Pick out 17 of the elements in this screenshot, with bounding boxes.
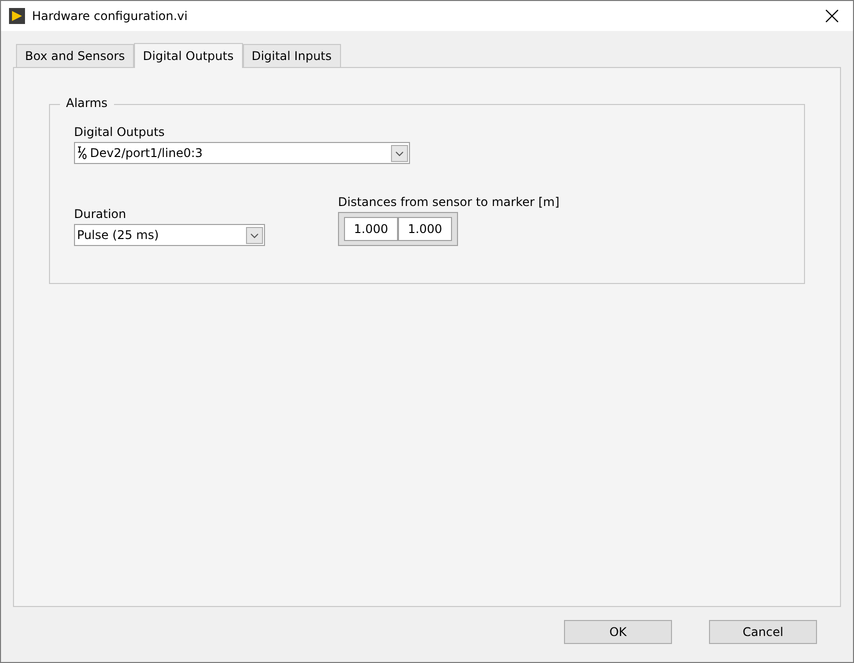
field-label: Digital Outputs (74, 125, 166, 139)
field-label: Duration (74, 207, 128, 221)
duration-dropdown[interactable]: Pulse (25 ms) (74, 224, 265, 246)
number-field[interactable]: 1.000 (398, 217, 452, 241)
tab[interactable]: Digital Inputs (242, 44, 341, 67)
window-title: Hardware configuration.vi (32, 9, 189, 23)
close-icon[interactable] (825, 9, 839, 23)
dialog-button[interactable]: Cancel (709, 620, 817, 644)
io-channel-icon (77, 146, 87, 160)
tab[interactable]: Box and Sensors (16, 44, 134, 67)
group-title: Alarms (60, 96, 114, 110)
channel-dropdown[interactable]: Dev2/port1/line0:3 (74, 142, 410, 164)
number-field[interactable]: 1.000 (344, 217, 398, 241)
dialog-button[interactable]: OK (564, 620, 672, 644)
app-icon (9, 8, 25, 24)
field-label: Distances from sensor to marker [m] (338, 195, 560, 209)
tab[interactable]: Digital Outputs (134, 43, 243, 68)
